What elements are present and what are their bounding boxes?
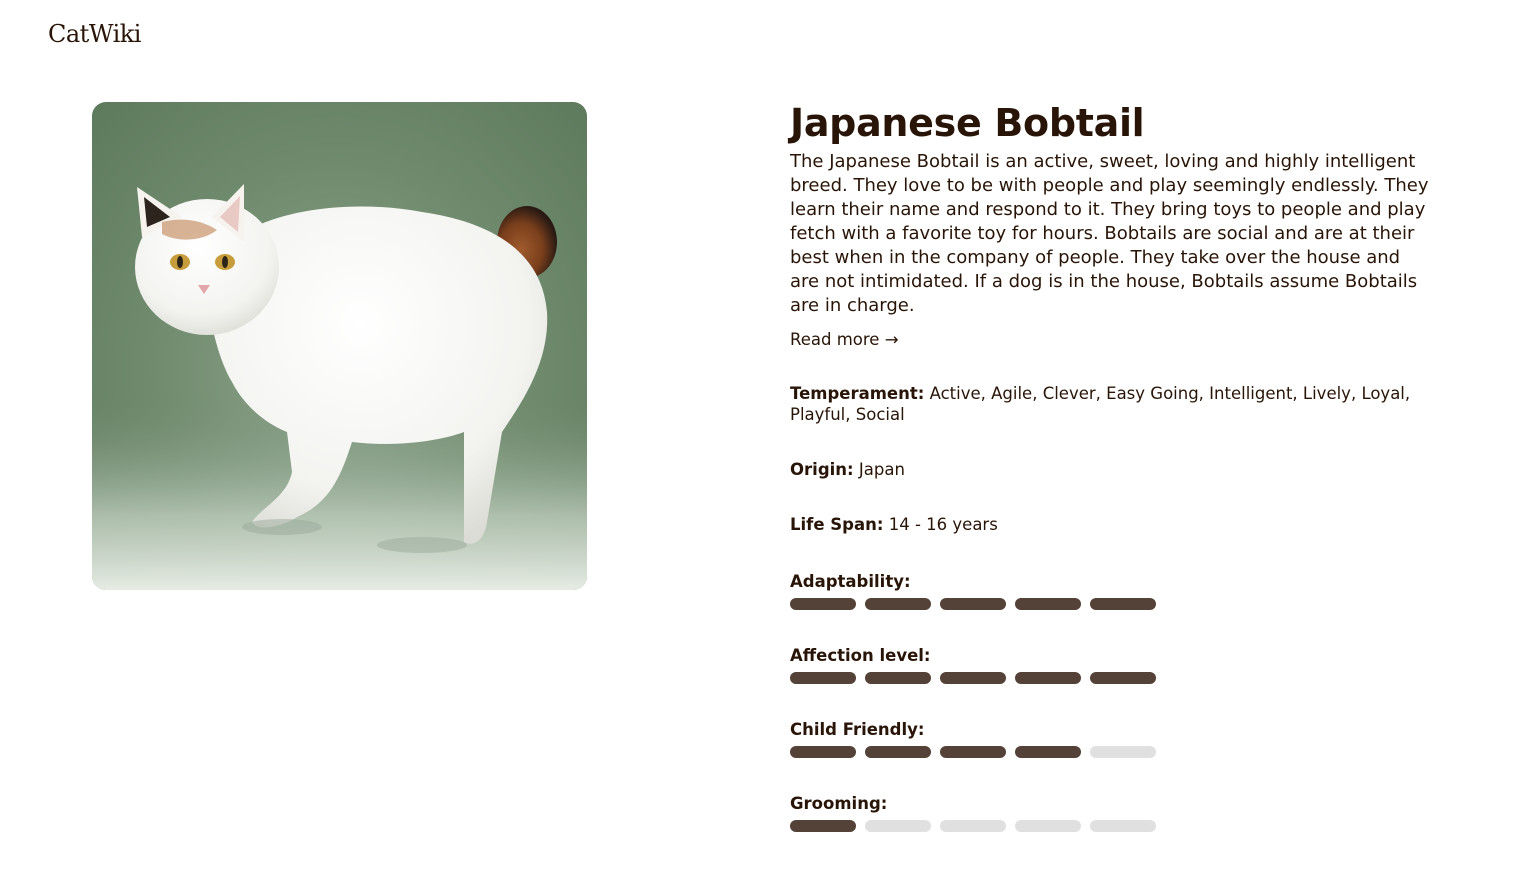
rating-item: Grooming: — [790, 793, 1440, 832]
rating-bar-empty — [1090, 820, 1156, 832]
rating-bar-filled — [790, 746, 856, 758]
rating-bar-filled — [1015, 746, 1081, 758]
breed-description: The Japanese Bobtail is an active, sweet… — [790, 151, 1429, 316]
rating-bar-filled — [1090, 598, 1156, 610]
rating-bar-filled — [790, 820, 856, 832]
rating-bar-empty — [865, 820, 931, 832]
rating-bar-filled — [1090, 672, 1156, 684]
ratings-list: Adaptability: Affection level: Child Frien… — [790, 571, 1440, 832]
cat-illustration — [92, 184, 587, 590]
rating-bar-filled — [940, 746, 1006, 758]
rating-item: Adaptability: — [790, 571, 1440, 610]
origin-value: Japan — [858, 460, 905, 479]
breed-details: Japanese Bobtail The Japanese Bobtail is… — [790, 100, 1440, 832]
breed-photo — [92, 102, 587, 590]
rating-bar-filled — [865, 672, 931, 684]
rating-bars — [790, 598, 1440, 610]
origin-row: Origin: Japan — [790, 459, 1440, 480]
rating-label: Grooming: — [790, 794, 888, 813]
rating-item: Affection level: — [790, 645, 1440, 684]
rating-bar-filled — [940, 672, 1006, 684]
temperament-row: Temperament: Active, Agile, Clever, Easy… — [790, 383, 1440, 425]
rating-bars — [790, 746, 1440, 758]
rating-bar-filled — [865, 598, 931, 610]
rating-bars — [790, 672, 1440, 684]
life-span-label: Life Span: — [790, 515, 884, 534]
breed-title: Japanese Bobtail — [790, 101, 1145, 145]
rating-bar-empty — [1015, 820, 1081, 832]
rating-bar-filled — [865, 746, 931, 758]
rating-bar-filled — [790, 672, 856, 684]
temperament-label: Temperament: — [790, 384, 925, 403]
rating-label: Adaptability: — [790, 572, 911, 591]
read-more-link[interactable]: Read more → — [790, 330, 899, 349]
rating-bar-filled — [1015, 598, 1081, 610]
rating-bar-filled — [1015, 672, 1081, 684]
rating-bar-empty — [1090, 746, 1156, 758]
rating-bar-filled — [790, 598, 856, 610]
rating-item: Child Friendly: — [790, 719, 1440, 758]
rating-bar-empty — [940, 820, 1006, 832]
life-span-value: 14 - 16 years — [888, 515, 998, 534]
rating-bar-filled — [940, 598, 1006, 610]
life-span-row: Life Span: 14 - 16 years — [790, 514, 1440, 535]
rating-label: Affection level: — [790, 646, 931, 665]
rating-label: Child Friendly: — [790, 720, 925, 739]
origin-label: Origin: — [790, 460, 854, 479]
rating-bars — [790, 820, 1440, 832]
catwiki-logo[interactable]: CatWiki — [48, 20, 141, 48]
